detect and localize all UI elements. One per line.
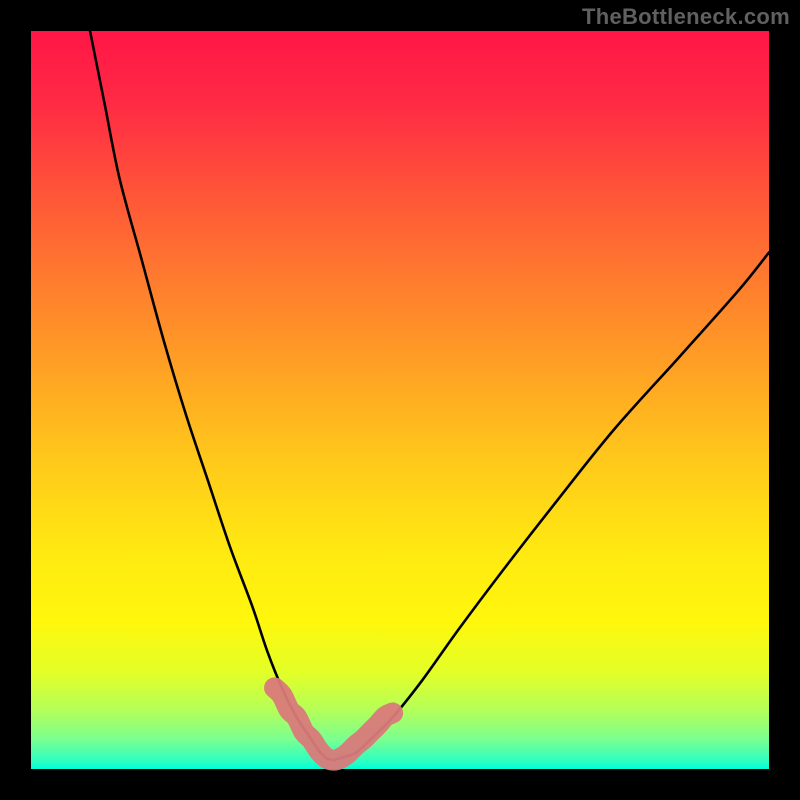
chart-svg <box>31 31 769 769</box>
left-curve <box>90 31 334 760</box>
attribution-text: TheBottleneck.com <box>582 4 790 30</box>
highlight-band <box>275 688 393 760</box>
right-curve <box>334 252 769 760</box>
